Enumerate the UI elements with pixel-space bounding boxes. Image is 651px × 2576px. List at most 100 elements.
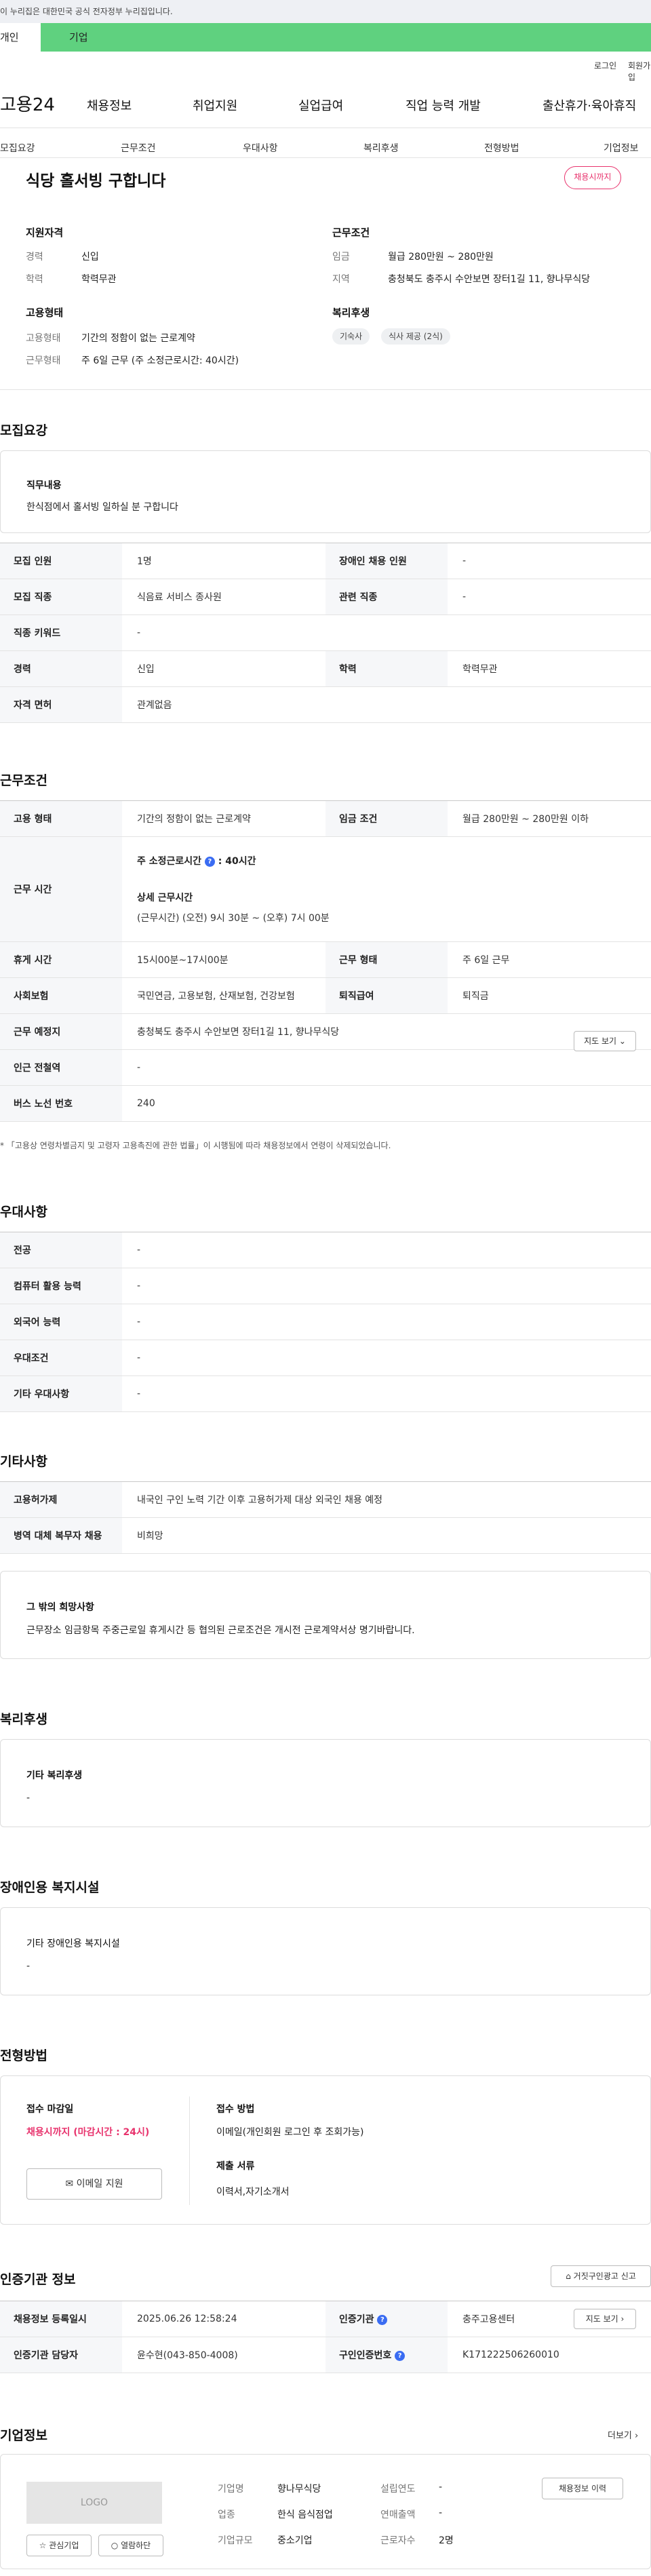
company-name-label: 기업명 xyxy=(218,2484,244,2495)
info-icon[interactable]: ? xyxy=(204,856,215,867)
cert-org-label: 인증기관 xyxy=(339,2314,374,2325)
map-button[interactable]: 지도 보기 ⌄ xyxy=(574,1031,636,1051)
tab-personal[interactable]: 개인 xyxy=(0,23,41,52)
favorite-company-button[interactable]: ☆ 관심기업 xyxy=(26,2535,92,2556)
cell-value: 식음료 서비스 종사원 xyxy=(122,579,326,615)
company-name-value: 향나무식당 xyxy=(277,2484,321,2495)
cell-label: 퇴직급여 xyxy=(326,977,448,1014)
hire-history-button[interactable]: 채용정보 이력 xyxy=(542,2478,623,2499)
email-apply-button[interactable]: ✉ 이메일 지원 xyxy=(26,2168,162,2200)
wish-title: 그 밖의 희망사항 xyxy=(26,1602,94,1613)
table-row: 고용 형태 기간의 정함이 없는 근로계약 임금 조건 월급 280만원 ~ 280만… xyxy=(0,800,651,837)
gnb-jobs[interactable]: 채용정보 xyxy=(87,96,132,114)
map-button-label: 지도 보기 xyxy=(584,1036,617,1046)
cell-value: 내국인 구인 노력 기간 이후 고용허가제 대상 외국인 채용 예정 xyxy=(122,1481,651,1518)
cell-value: - xyxy=(448,543,651,579)
emp-label: 고용형태 xyxy=(26,333,61,344)
etc-table: 고용허가제 내국인 구인 노력 기간 이후 고용허가제 대상 외국인 채용 예정 … xyxy=(0,1481,651,1554)
cert-map-button[interactable]: 지도 보기 › xyxy=(574,2309,636,2329)
email-apply-label: 이메일 지원 xyxy=(76,2179,123,2189)
job-title: 식당 홀서빙 구합니다 xyxy=(26,172,166,190)
report-button[interactable]: ⌂ 거짓구인광고 신고 xyxy=(551,2265,651,2287)
circle-icon: ○ xyxy=(111,2541,119,2550)
cell-value: - xyxy=(122,614,651,651)
site-logo[interactable]: 고용24 xyxy=(0,91,55,116)
favorite-label: 관심기업 xyxy=(49,2541,79,2550)
cell-label: 사회보험 xyxy=(0,977,122,1014)
login-link[interactable]: 로그인 xyxy=(594,60,616,71)
cell-value: - xyxy=(122,1049,651,1086)
table-row: 경력 신입 학력 학력무관 xyxy=(0,650,651,687)
company-emp-value: 2명 xyxy=(439,2535,454,2546)
table-row: 사회보험 국민연금, 고용보험, 산재보험, 건강보험 퇴직급여 퇴직금 xyxy=(0,977,651,1014)
selection-card: 접수 마감일 채용시까지 (마감시간 : 24시) ✉ 이메일 지원 접수 방법… xyxy=(0,2075,651,2225)
disabled-box-title: 기타 장애인용 복지시설 xyxy=(26,1938,120,1949)
cond-title: 근무조건 xyxy=(332,227,370,239)
gnb-training[interactable]: 직업 능력 개발 xyxy=(406,96,481,114)
hours-week-line: 주 소정근로시간 ? : 40시간 xyxy=(137,854,651,867)
cell-label: 고용허가제 xyxy=(0,1481,122,1518)
table-row: 직종 키워드 - xyxy=(0,614,651,651)
table-row: 기타 우대사항 - xyxy=(0,1375,651,1412)
gnb-parental-leave[interactable]: 출산휴가·육아휴직 xyxy=(542,96,636,114)
company-industry-label: 업종 xyxy=(218,2510,235,2520)
docs-title: 제출 서류 xyxy=(216,2161,255,2172)
info-icon[interactable]: ? xyxy=(377,2314,388,2325)
company-size-label: 기업규모 xyxy=(218,2535,253,2546)
table-row: 근무 예정지 충청북도 충주시 수안보면 장터1길 11, 향나무식당 xyxy=(0,1013,651,1050)
place-value: 충청북도 충주시 수안보면 장터1길 11, 향나무식당 xyxy=(137,1027,340,1038)
cell-value: 학력무관 xyxy=(448,650,651,687)
cell-value: 기간의 정함이 없는 근로계약 xyxy=(122,800,326,837)
recruit-table: 모집 인원 1명 장애인 채용 인원 - 모집 직종 식음료 서비스 종사원 관련 직종 -… xyxy=(0,543,651,723)
table-row: 병역 대체 복무자 채용 비희망 xyxy=(0,1517,651,1554)
work-label: 근무형태 xyxy=(26,355,61,366)
tab-company[interactable]: 기업 xyxy=(41,23,651,52)
divider xyxy=(189,2096,190,2205)
view-company-button[interactable]: ○ 열람하단 xyxy=(98,2535,163,2556)
disabled-box-value: - xyxy=(26,1961,31,1972)
anchor-recruit[interactable]: 모집요강 xyxy=(0,141,35,155)
company-more-label: 더보기 xyxy=(608,2431,632,2441)
table-row: 휴게 시간 15시00분~17시00분 근무 형태 주 6일 근무 xyxy=(0,941,651,978)
table-row: 모집 직종 식음료 서비스 종사원 관련 직종 - xyxy=(0,579,651,615)
table-row: 인증기관 담당자 윤수현(043-850-4008) 구인인증번호 ? K171222… xyxy=(0,2337,651,2373)
cell-value: 주 6일 근무 xyxy=(448,941,651,978)
company-sales-label: 연매출액 xyxy=(380,2510,416,2520)
divider xyxy=(0,157,651,158)
docs-value: 이력서,자기소개서 xyxy=(216,2187,290,2198)
cell-value: 퇴직금 xyxy=(448,977,651,1014)
table-row: 자격 면허 관계없음 xyxy=(0,686,651,723)
table-row: 인근 전철역 - xyxy=(0,1049,651,1086)
join-link[interactable]: 회원가입 xyxy=(628,60,651,83)
table-row: 우대조건 - xyxy=(0,1340,651,1376)
cell-value: 신입 xyxy=(122,650,326,687)
company-more-link[interactable]: 더보기 › xyxy=(608,2428,638,2441)
method-title: 접수 방법 xyxy=(216,2104,255,2115)
chevron-right-icon: › xyxy=(635,2431,639,2441)
cell-label: 직종 키워드 xyxy=(0,614,122,651)
chip-meal: 식사 제공 (2식) xyxy=(381,328,450,345)
work-value: 주 6일 근무 (주 소정근로시간: 40시간) xyxy=(81,355,239,366)
anchor-selection[interactable]: 전형방법 xyxy=(484,141,519,155)
cert-table: 채용정보 등록일시 2025.06.26 12:58:24 인증기관 ? 충주고용센터… xyxy=(0,2301,651,2373)
gnb-unemployment[interactable]: 실업급여 xyxy=(298,96,343,114)
work-section-title: 근무조건 xyxy=(0,773,47,788)
wish-text: 근무장소 임금항목 주중근로일 휴게시간 등 협의된 근로조건은 개시전 근로계… xyxy=(26,1625,415,1636)
anchor-pref[interactable]: 우대사항 xyxy=(243,141,278,155)
anchor-work[interactable]: 근무조건 xyxy=(121,141,156,155)
anchor-welfare[interactable]: 복리후생 xyxy=(363,141,399,155)
hours-detail-value: (근무시간) (오전) 9시 30분 ~ (오후) 7시 00분 xyxy=(137,913,330,924)
cell-label: 경력 xyxy=(0,650,122,687)
cell-value: 15시00분~17시00분 xyxy=(122,941,326,978)
cell-value: - xyxy=(122,1268,651,1304)
house-icon: ⌂ xyxy=(566,2271,571,2281)
career-value: 신입 xyxy=(81,252,99,262)
info-icon[interactable]: ? xyxy=(395,2350,406,2361)
cell-label: 전공 xyxy=(0,1232,122,1268)
company-emp-label: 근로자수 xyxy=(380,2535,416,2546)
company-industry-value: 한식 음식점업 xyxy=(277,2510,333,2520)
emp-value: 기간의 정함이 없는 근로계약 xyxy=(81,333,195,344)
gnb-employment-support[interactable]: 취업지원 xyxy=(193,96,237,114)
cell-label: 병역 대체 복무자 채용 xyxy=(0,1517,122,1554)
anchor-company[interactable]: 기업정보 xyxy=(604,141,639,155)
